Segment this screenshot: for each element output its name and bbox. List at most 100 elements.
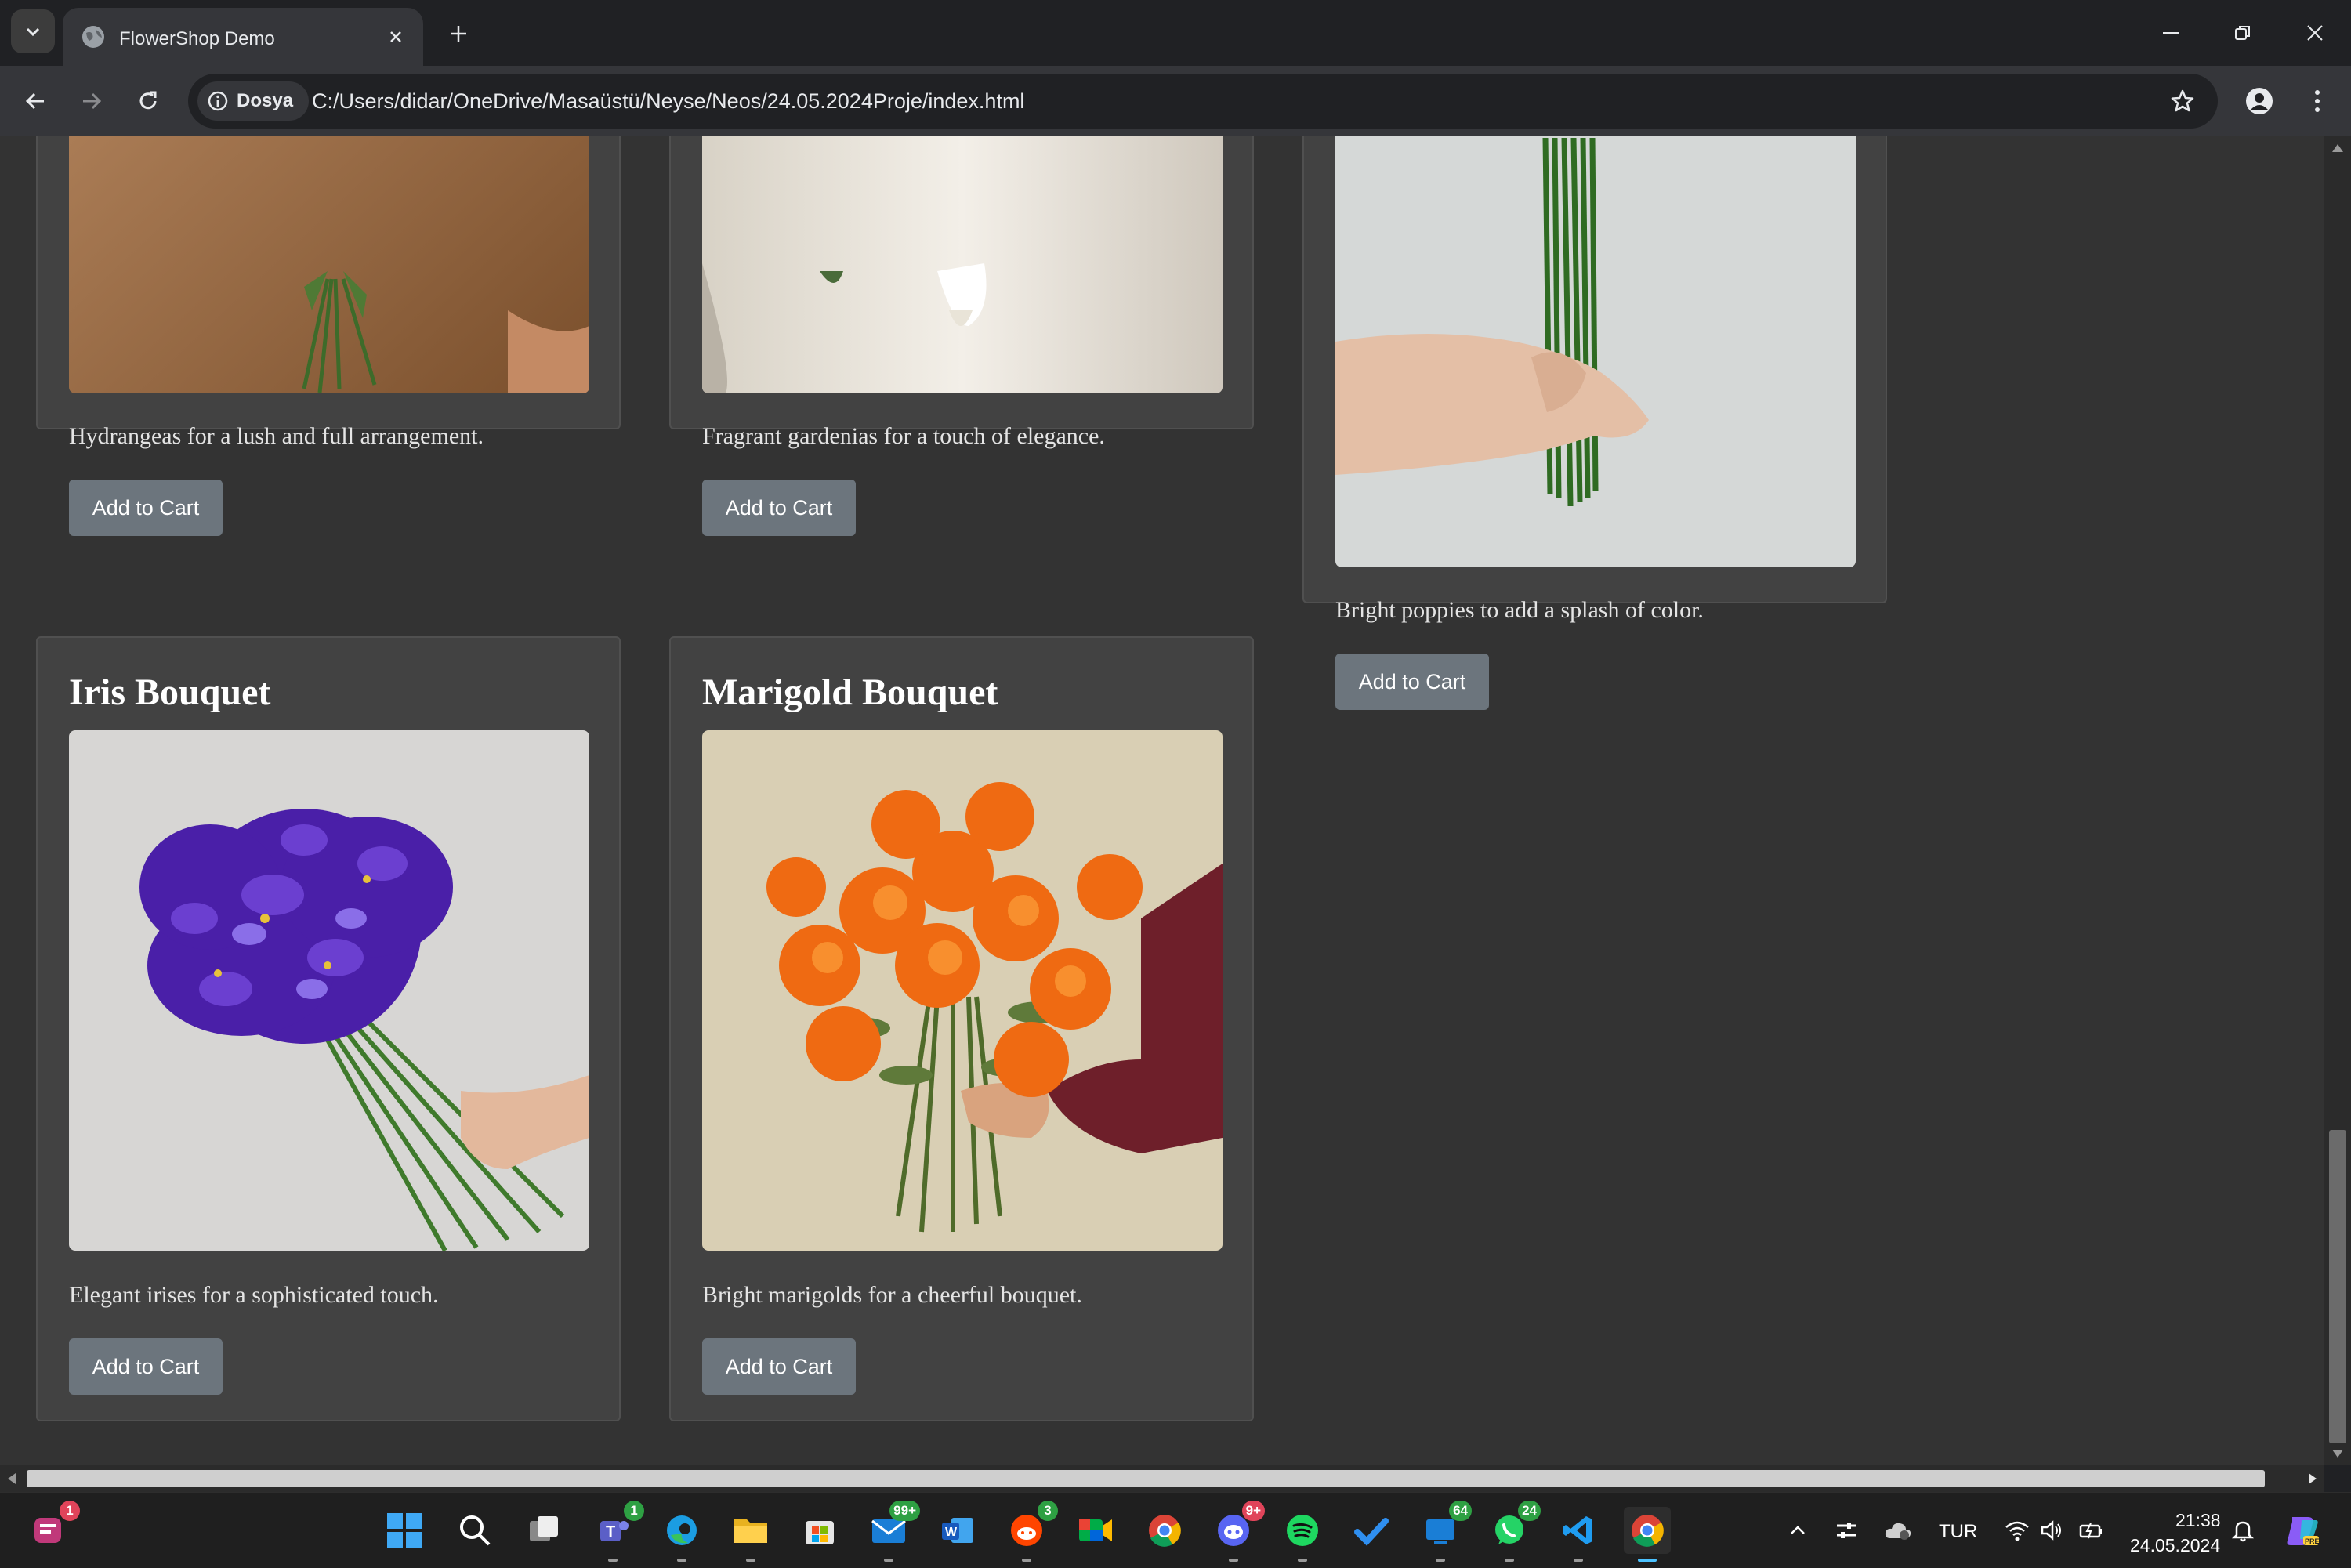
forward-button[interactable] <box>72 81 111 121</box>
spotify-icon <box>1287 1515 1318 1546</box>
svg-text:W: W <box>945 1526 958 1539</box>
notification-badge: 3 <box>1038 1501 1058 1521</box>
show-hidden-icons-button[interactable] <box>1774 1507 1821 1554</box>
minimize-button[interactable] <box>2135 0 2207 66</box>
poppy-image <box>1335 136 1856 567</box>
vscode-button[interactable] <box>1555 1507 1602 1562</box>
clock-date[interactable]: 24.05.2024 <box>2130 1535 2220 1556</box>
running-indicator <box>1298 1559 1307 1562</box>
edge-button[interactable] <box>658 1507 705 1562</box>
reddit-button[interactable]: 3 <box>1003 1501 1058 1562</box>
horizontal-scroll-thumb[interactable] <box>27 1470 2265 1487</box>
tab-flowershop-demo[interactable]: FlowerShop Demo <box>63 8 423 66</box>
chrome-icon <box>1632 1515 1664 1547</box>
back-button[interactable] <box>16 81 55 121</box>
tab-search-button[interactable] <box>11 9 55 53</box>
new-tab-button[interactable] <box>439 14 478 53</box>
running-indicator <box>746 1559 755 1562</box>
folder-icon <box>734 1519 767 1543</box>
battery-charging-icon <box>2079 1523 2102 1539</box>
notes-app-button[interactable]: 1 <box>25 1501 80 1554</box>
windows-taskbar: 1 T 1 99+ W 3 9+ 64 24 TUR 21:38 24.05.2… <box>0 1492 2351 1568</box>
tray-settings-button[interactable] <box>1823 1507 1870 1554</box>
clock-time[interactable]: 21:38 <box>2175 1510 2221 1531</box>
restore-icon <box>2235 26 2250 40</box>
remote-desktop-button[interactable]: 64 <box>1417 1501 1472 1562</box>
horizontal-scrollbar[interactable] <box>0 1465 2324 1492</box>
task-view-button[interactable] <box>520 1507 567 1554</box>
tab-close-button[interactable] <box>381 22 411 52</box>
scroll-right-arrow-icon[interactable] <box>2307 1472 2318 1486</box>
close-window-button[interactable] <box>2279 0 2351 66</box>
store-icon <box>806 1521 834 1544</box>
bell-icon <box>2231 1521 2255 1542</box>
teams-icon: T <box>600 1521 629 1541</box>
vertical-scrollbar[interactable] <box>2324 136 2351 1465</box>
running-indicator <box>608 1559 618 1562</box>
keyboard-language[interactable]: TUR <box>1939 1521 1977 1543</box>
add-to-cart-button[interactable]: Add to Cart <box>702 480 856 536</box>
profile-button[interactable] <box>2240 81 2279 121</box>
globe-icon <box>82 26 104 48</box>
chrome-button[interactable] <box>1141 1507 1188 1554</box>
url-text[interactable]: C:/Users/didar/OneDrive/Masaüstü/Neyse/N… <box>312 89 1024 114</box>
product-description: Elegant irises for a sophisticated touch… <box>69 1282 439 1308</box>
search-button[interactable] <box>451 1507 498 1554</box>
search-icon <box>460 1515 491 1546</box>
running-indicator <box>1574 1559 1583 1562</box>
notification-badge: 64 <box>1449 1501 1472 1521</box>
wifi-icon <box>2005 1521 2029 1541</box>
add-to-cart-button[interactable]: Add to Cart <box>69 480 223 536</box>
whatsapp-button[interactable]: 24 <box>1486 1501 1541 1562</box>
battery-button[interactable] <box>2069 1507 2113 1554</box>
word-button[interactable]: W <box>934 1507 981 1554</box>
word-icon: W <box>942 1518 973 1543</box>
discord-button[interactable]: 9+ <box>1210 1501 1265 1562</box>
volume-button[interactable] <box>2030 1507 2074 1554</box>
windows-logo-icon <box>387 1513 422 1548</box>
star-icon <box>2171 89 2194 112</box>
add-to-cart-button[interactable]: Add to Cart <box>702 1338 856 1395</box>
product-description: Fragrant gardenias for a touch of elegan… <box>702 423 1105 449</box>
microsoft-store-button[interactable] <box>796 1507 843 1554</box>
hydrangea-image <box>69 136 589 393</box>
vertical-scroll-thumb[interactable] <box>2329 1130 2346 1443</box>
scroll-down-arrow-icon[interactable] <box>2331 1448 2345 1459</box>
chrome-icon <box>1149 1515 1181 1547</box>
browser-menu-button[interactable] <box>2298 81 2337 121</box>
running-indicator <box>1436 1559 1445 1562</box>
product-card-poppy: Bright poppies to add a splash of color.… <box>1302 136 1887 710</box>
iris-image <box>69 730 589 1251</box>
spotify-button[interactable] <box>1279 1507 1326 1562</box>
tab-strip: FlowerShop Demo <box>0 0 2351 66</box>
teams-button[interactable]: T 1 <box>589 1501 644 1562</box>
bookmark-button[interactable] <box>2164 83 2201 119</box>
chevron-up-icon <box>1791 1526 1805 1534</box>
restore-button[interactable] <box>2207 0 2279 66</box>
todo-button[interactable] <box>1348 1507 1395 1554</box>
site-info-label: Dosya <box>237 90 294 111</box>
address-bar[interactable]: Dosya C:/Users/didar/OneDrive/Masaüstü/N… <box>188 74 2218 129</box>
close-icon <box>2307 25 2323 41</box>
product-card-marigold: Marigold Bouquet Bright marigolds for a … <box>669 636 1254 1421</box>
copilot-button[interactable]: PRE <box>2279 1507 2326 1554</box>
notification-badge: 24 <box>1518 1501 1541 1521</box>
scroll-up-arrow-icon[interactable] <box>2331 143 2345 154</box>
start-button[interactable] <box>381 1507 428 1554</box>
add-to-cart-button[interactable]: Add to Cart <box>1335 654 1489 710</box>
onedrive-button[interactable] <box>1875 1507 1922 1554</box>
product-title: Iris Bouquet <box>69 672 271 713</box>
notifications-button[interactable] <box>2221 1507 2265 1554</box>
speaker-icon <box>2041 1520 2061 1541</box>
site-info-chip[interactable]: Dosya <box>197 81 310 121</box>
scroll-left-arrow-icon[interactable] <box>6 1472 17 1486</box>
file-explorer-button[interactable] <box>727 1507 774 1562</box>
meet-button[interactable] <box>1072 1507 1119 1554</box>
copilot-icon: PRE <box>2287 1517 2320 1545</box>
chrome-active-button[interactable] <box>1624 1507 1671 1562</box>
product-description: Bright marigolds for a cheerful bouquet. <box>702 1282 1082 1308</box>
mail-button[interactable]: 99+ <box>865 1501 920 1562</box>
sliders-icon <box>1837 1523 1856 1538</box>
reload-button[interactable] <box>129 81 168 121</box>
add-to-cart-button[interactable]: Add to Cart <box>69 1338 223 1395</box>
